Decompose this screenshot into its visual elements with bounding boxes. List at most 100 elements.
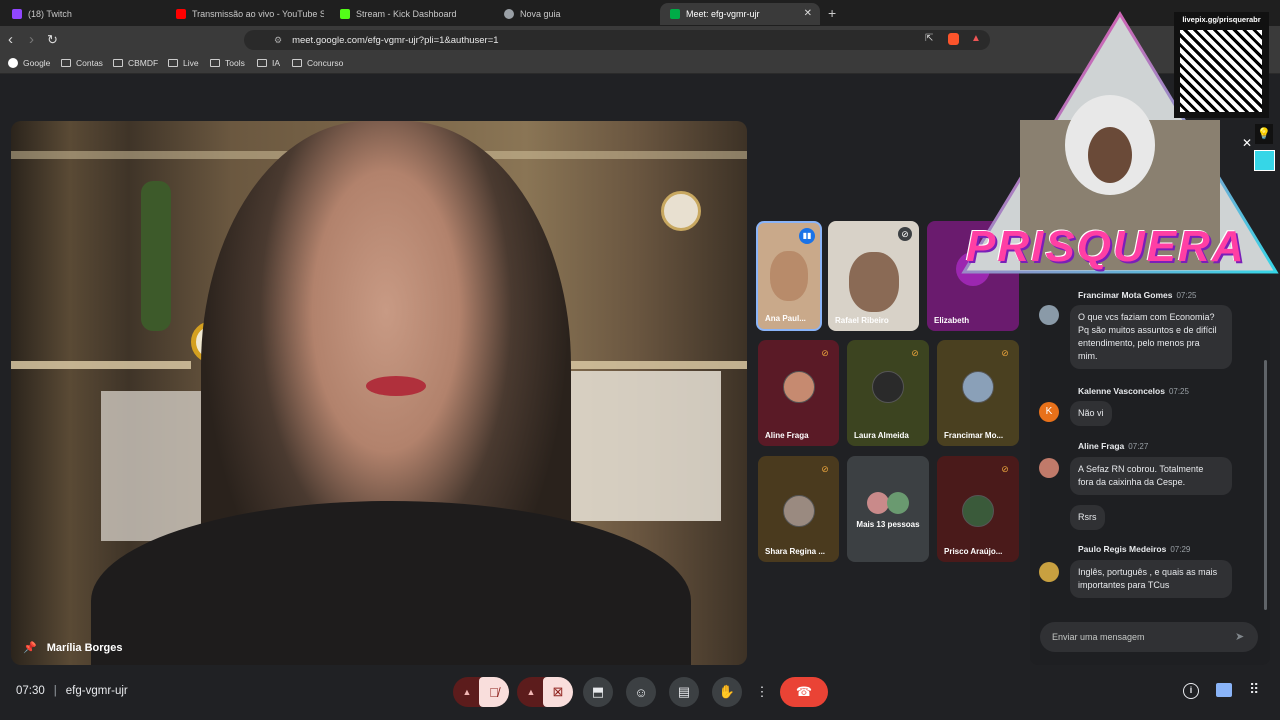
pix-qr-panel: livepix.gg/prisquerabr	[1174, 12, 1269, 118]
bookmark-cbmdf[interactable]: CBMDF	[113, 58, 158, 68]
folder-icon	[292, 59, 302, 67]
tab-kick[interactable]: Stream - Kick Dashboard	[330, 3, 490, 25]
avatar	[1039, 458, 1059, 478]
share-icon[interactable]: ⇱	[925, 33, 933, 44]
emoji-icon: ☺	[634, 684, 648, 700]
main-speaker-video[interactable]: 📌 Marília Borges	[11, 121, 747, 665]
folder-icon	[257, 59, 267, 67]
bookmark-live[interactable]: Live	[168, 58, 199, 68]
leave-call-button[interactable]: ☎	[780, 677, 828, 707]
avatar	[782, 495, 815, 528]
avatar	[782, 370, 815, 403]
tab-twitch[interactable]: (18) Twitch	[2, 3, 162, 25]
reload-icon[interactable]: ↻	[47, 31, 58, 49]
streamer-face	[1088, 127, 1132, 183]
hand-icon: ✋	[718, 684, 736, 699]
mic-off-icon: ⊘	[1001, 464, 1009, 474]
chat-icon[interactable]	[1216, 683, 1232, 697]
shelf-decor	[551, 361, 747, 369]
folder-icon	[168, 59, 178, 67]
participant-tile[interactable]: ⊘ Laura Almeida	[847, 340, 929, 446]
pin-icon[interactable]: 📌	[23, 641, 37, 654]
back-icon[interactable]: ‹	[8, 31, 13, 49]
participant-tile[interactable]: ⊘ Aline Fraga	[758, 340, 839, 446]
chat-author: Aline Fraga 07:27	[1078, 441, 1149, 451]
chat-message: A Sefaz RN cobrou. Totalmente fora da ca…	[1070, 457, 1232, 495]
avatar	[867, 492, 889, 514]
forward-icon[interactable]: ›	[29, 31, 34, 49]
participant-tile[interactable]: ⊘ Rafael Ribeiro	[828, 221, 919, 331]
avatar	[1039, 305, 1059, 325]
avatar	[962, 370, 994, 403]
mic-off-icon: ⊘	[821, 464, 829, 474]
folder-icon	[210, 59, 220, 67]
youtube-icon	[176, 9, 186, 19]
tab-new[interactable]: Nova guia	[494, 3, 654, 25]
brave-shield-icon[interactable]	[948, 33, 959, 45]
avatar	[887, 492, 909, 514]
chat-scrollbar[interactable]	[1264, 360, 1267, 610]
bookmark-concurso[interactable]: Concurso	[292, 58, 343, 68]
avatar	[962, 495, 994, 528]
more-participants-tile[interactable]: Mais 13 pessoas	[847, 456, 929, 562]
site-info-icon[interactable]: ⚙	[274, 35, 282, 46]
avatar	[872, 370, 904, 403]
widget-icon[interactable]	[1254, 150, 1275, 171]
shelf-decor	[11, 361, 191, 369]
qr-code-icon	[1180, 30, 1262, 112]
chat-message: Rsrs	[1070, 505, 1105, 530]
avatar: K	[1039, 402, 1059, 422]
new-tab-button[interactable]: +	[828, 5, 836, 21]
participant-tile[interactable]: ⊘ Shara Regina ...	[758, 456, 839, 562]
shield-icon	[504, 9, 514, 19]
lightbulb-icon[interactable]: 💡	[1255, 124, 1273, 144]
activities-icon[interactable]: ⠿	[1249, 681, 1259, 698]
bookmark-contas[interactable]: Contas	[61, 58, 103, 68]
participant-video	[770, 251, 808, 301]
chat-message: Inglês, português , e quais as mais impo…	[1070, 560, 1232, 598]
mic-off-button[interactable]: 🎙̸	[479, 677, 509, 707]
chat-message-input[interactable]: Enviar uma mensagem	[1040, 622, 1258, 652]
captions-button[interactable]: ▤	[669, 677, 699, 707]
more-options-button[interactable]: ⋮	[748, 677, 776, 707]
tab-meet[interactable]: Meet: efg-vgmr-ujr ✕	[660, 3, 820, 25]
mic-off-icon: ⊘	[898, 227, 912, 241]
participant-tile[interactable]: ▮▮ Ana Paul...	[756, 221, 822, 331]
clock-decor	[661, 191, 701, 231]
captions-icon: ▤	[677, 684, 691, 699]
meeting-details-icon[interactable]: i	[1183, 683, 1199, 699]
meeting-info: 07:30 | efg-vgmr-ujr	[16, 685, 128, 697]
bookmark-tools[interactable]: Tools	[210, 58, 245, 68]
twitch-icon	[12, 9, 22, 19]
chat-message: Não vi	[1070, 401, 1112, 426]
close-icon[interactable]: ✕	[804, 8, 812, 19]
bookmark-google[interactable]: Google	[8, 58, 50, 68]
google-icon	[8, 58, 18, 68]
avatar	[1039, 562, 1059, 582]
folder-icon	[61, 59, 71, 67]
binders-decor	[551, 371, 721, 521]
audio-options-chevron-icon[interactable]: ▲	[453, 677, 481, 707]
bookmark-ia[interactable]: IA	[257, 58, 280, 68]
video-options-chevron-icon[interactable]: ▲	[517, 677, 545, 707]
participant-tile[interactable]: ⊘ Francimar Mo...	[937, 340, 1019, 446]
present-screen-button[interactable]: ⬒	[583, 677, 613, 707]
mic-off-icon: ⊘	[1001, 348, 1009, 358]
chat-message: O que vcs faziam com Economia? Pq são mu…	[1070, 305, 1232, 369]
tab-youtube[interactable]: Transmissão ao vivo - YouTube Studio	[166, 3, 324, 25]
mic-off-icon: ⊘	[911, 348, 919, 358]
chat-panel: Francimar Mota Gomes 07:25 O que vcs fazi…	[1030, 270, 1270, 665]
raise-hand-button[interactable]: ✋	[712, 677, 742, 707]
close-icon[interactable]: ✕	[1242, 136, 1252, 150]
chat-author: Francimar Mota Gomes 07:25	[1078, 290, 1197, 300]
url-text: meet.google.com/efg-vgmr-ujr?pli=1&authu…	[292, 34, 499, 46]
speaking-icon: ▮▮	[799, 228, 815, 244]
speaker-name-label: 📌 Marília Borges	[23, 641, 123, 655]
mic-off-icon: 🎙̸	[489, 684, 499, 700]
send-icon[interactable]: ➤	[1235, 630, 1244, 643]
participant-tile[interactable]: ⊘ Prisco Araújo...	[937, 456, 1019, 562]
camera-off-button[interactable]: ⊠	[543, 677, 573, 707]
reactions-button[interactable]: ☺	[626, 677, 656, 707]
url-bar[interactable]: ⚙ meet.google.com/efg-vgmr-ujr?pli=1&aut…	[244, 30, 990, 50]
meet-icon	[670, 9, 680, 19]
